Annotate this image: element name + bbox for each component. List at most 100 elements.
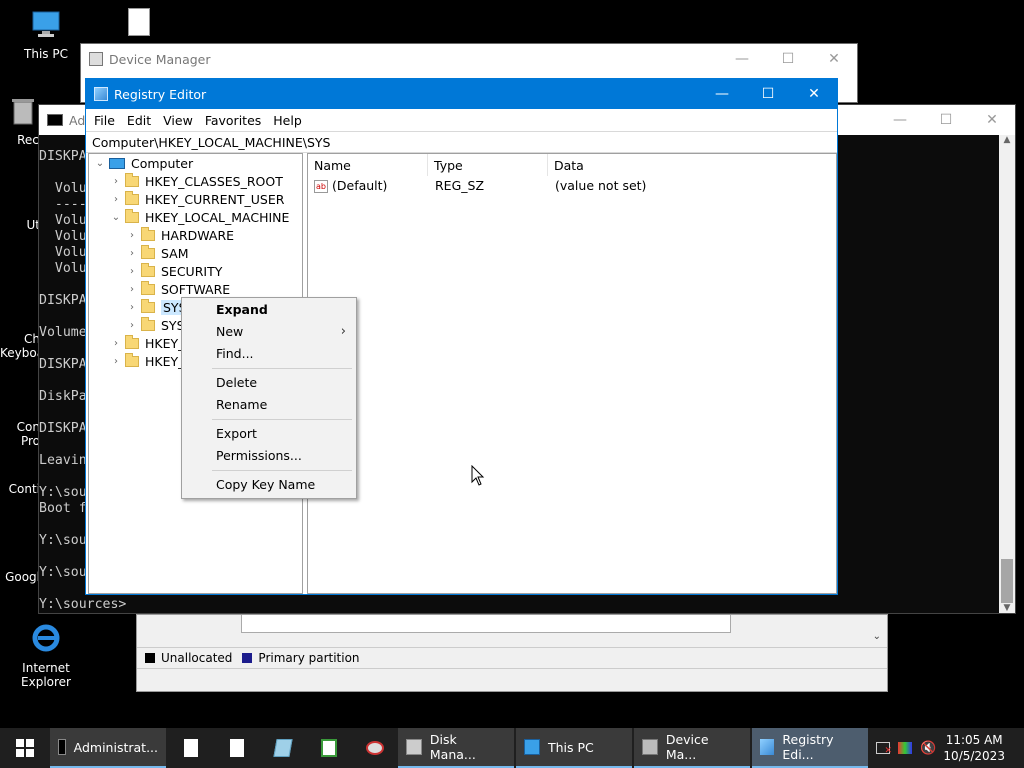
device-manager-titlebar[interactable]: Device Manager — ☐ ✕: [81, 44, 857, 74]
desktop-icon-control[interactable]: Con Pro: [0, 392, 40, 462]
chevron-right-icon[interactable]: ›: [125, 284, 139, 295]
tree-node-hardware[interactable]: › HARDWARE: [125, 226, 234, 244]
desktop-icon-label: Con Pro: [16, 420, 40, 448]
folder-icon: [125, 334, 139, 349]
tree-node-label: SOFTWARE: [161, 281, 231, 297]
close-button[interactable]: ✕: [969, 105, 1015, 135]
menu-item-copy-key-name[interactable]: Copy Key Name: [216, 475, 315, 495]
menu-help[interactable]: Help: [267, 113, 308, 128]
display-icon[interactable]: [898, 742, 912, 754]
desktop-icon-internet-explorer[interactable]: Internet Explorer: [0, 622, 92, 689]
tree-node-hklm[interactable]: ⌄ HKEY_LOCAL_MACHINE: [109, 208, 289, 226]
taskbar-pinned-file-1[interactable]: [168, 728, 214, 768]
registry-editor-title: Registry Editor: [114, 86, 207, 102]
taskbar-button-label: Disk Mana...: [429, 732, 476, 762]
console-scrollbar[interactable]: ▲ ▼: [999, 135, 1015, 613]
chevron-right-icon[interactable]: ›: [109, 338, 123, 349]
chevron-right-icon[interactable]: ›: [125, 302, 139, 313]
registry-app-icon: [94, 87, 108, 101]
taskbar-button-registry-editor[interactable]: Registry Edi...: [752, 728, 868, 768]
menu-item-new[interactable]: New: [216, 322, 243, 342]
menu-item-find[interactable]: Find...: [216, 344, 254, 364]
scroll-up-arrow-icon[interactable]: ▲: [999, 135, 1015, 145]
scroll-down-arrow-icon[interactable]: ▼: [999, 603, 1015, 613]
disk-graphical-view: [241, 615, 731, 633]
menu-view[interactable]: View: [157, 113, 199, 128]
desktop-icon-utility[interactable]: Ut: [0, 218, 41, 232]
disk-legend: Unallocated Primary partition: [137, 647, 887, 669]
tree-node-software[interactable]: › SOFTWARE: [125, 280, 230, 298]
menu-item-delete[interactable]: Delete: [216, 373, 257, 393]
address-bar[interactable]: Computer\HKEY_LOCAL_MACHINE\SYS: [86, 131, 837, 153]
file-icon: [184, 739, 198, 757]
minimize-button[interactable]: —: [877, 105, 923, 135]
tree-node-sam[interactable]: › SAM: [125, 244, 189, 262]
taskbar-pinned-file-2[interactable]: [214, 728, 260, 768]
maximize-button[interactable]: ☐: [745, 79, 791, 109]
desktop-icon-label: Googl: [5, 570, 40, 584]
folder-icon: [141, 262, 155, 277]
taskbar-pinned-notepad[interactable]: [260, 728, 306, 768]
menu-item-expand[interactable]: Expand: [216, 300, 268, 320]
menu-edit[interactable]: Edit: [121, 113, 157, 128]
start-button[interactable]: [0, 728, 50, 768]
taskbar-button-label: Registry Edi...: [782, 732, 834, 762]
menu-item-permissions[interactable]: Permissions...: [216, 446, 302, 466]
menu-separator: [212, 419, 352, 420]
tree-node-sys-selected[interactable]: › SYS: [125, 298, 189, 316]
chevron-right-icon[interactable]: ›: [109, 194, 123, 205]
registry-values-list[interactable]: Name Type Data ab (Default) REG_SZ (valu…: [307, 153, 837, 594]
taskbar-button-disk-management[interactable]: Disk Mana...: [398, 728, 514, 768]
file-icon[interactable]: [128, 8, 150, 36]
menu-file[interactable]: File: [88, 113, 121, 128]
value-name: (Default): [332, 178, 388, 193]
clock[interactable]: 11:05 AM 10/5/2023: [943, 728, 1005, 768]
chevron-right-icon[interactable]: ›: [109, 356, 123, 367]
tree-node-label: SAM: [161, 245, 189, 261]
taskbar-button-device-manager[interactable]: Device Ma...: [634, 728, 750, 768]
taskbar-button-this-pc[interactable]: This PC: [516, 728, 632, 768]
notepad-icon: [273, 739, 293, 757]
menu-item-rename[interactable]: Rename: [216, 395, 267, 415]
taskbar-pinned-editor[interactable]: [306, 728, 352, 768]
taskbar-button-cmd[interactable]: Administrat...: [50, 728, 166, 768]
chevron-down-icon[interactable]: ⌄: [93, 158, 107, 169]
tree-node-computer[interactable]: ⌄ Computer: [93, 154, 193, 172]
maximize-button[interactable]: ☐: [923, 105, 969, 135]
console-scrollbar-thumb[interactable]: [1001, 559, 1013, 603]
tree-node-security[interactable]: › SECURITY: [125, 262, 222, 280]
menu-item-export[interactable]: Export: [216, 424, 257, 444]
desktop-icon-keyboard[interactable]: Ch Keyboa: [0, 304, 40, 374]
taskbar-pinned-tool[interactable]: [352, 728, 398, 768]
column-header-type[interactable]: Type: [428, 154, 548, 176]
chevron-right-icon[interactable]: ›: [125, 320, 139, 331]
tree-node-label: HKEY_LOCAL_MACHINE: [145, 209, 290, 225]
disk-management-window[interactable]: ⌄ Unallocated Primary partition: [136, 614, 888, 692]
column-header-data[interactable]: Data: [548, 154, 748, 176]
chevron-down-icon[interactable]: ⌄: [109, 212, 123, 223]
string-value-icon: ab: [314, 180, 328, 193]
desktop-icon-control-panel[interactable]: Conti: [0, 482, 40, 496]
tree-node-hkcr[interactable]: › HKEY_CLASSES_ROOT: [109, 172, 283, 190]
column-header-name[interactable]: Name: [308, 154, 428, 176]
tree-node-hkcu[interactable]: › HKEY_CURRENT_USER: [109, 190, 284, 208]
desktop-icon-this-pc[interactable]: This PC: [0, 10, 92, 61]
chevron-right-icon[interactable]: ›: [125, 248, 139, 259]
network-disconnected-icon[interactable]: ✕: [876, 742, 892, 756]
chevron-right-icon[interactable]: ›: [125, 230, 139, 241]
menu-favorites[interactable]: Favorites: [199, 113, 267, 128]
registry-editor-titlebar[interactable]: Registry Editor — ☐ ✕: [86, 79, 837, 109]
desktop-icon-google[interactable]: Googl: [0, 570, 40, 584]
computer-icon: [109, 157, 125, 169]
close-button[interactable]: ✕: [791, 79, 837, 109]
chevron-right-icon[interactable]: ›: [125, 266, 139, 277]
chevron-right-icon[interactable]: ›: [109, 176, 123, 187]
taskbar-button-label: Device Ma...: [665, 732, 709, 762]
maximize-button[interactable]: ☐: [765, 44, 811, 74]
close-button[interactable]: ✕: [811, 44, 857, 74]
minimize-button[interactable]: —: [719, 44, 765, 74]
volume-muted-icon[interactable]: 🔇: [920, 741, 936, 756]
disk-scroll-down-icon[interactable]: ⌄: [873, 631, 881, 642]
minimize-button[interactable]: —: [699, 79, 745, 109]
device-manager-app-icon: [89, 52, 103, 66]
